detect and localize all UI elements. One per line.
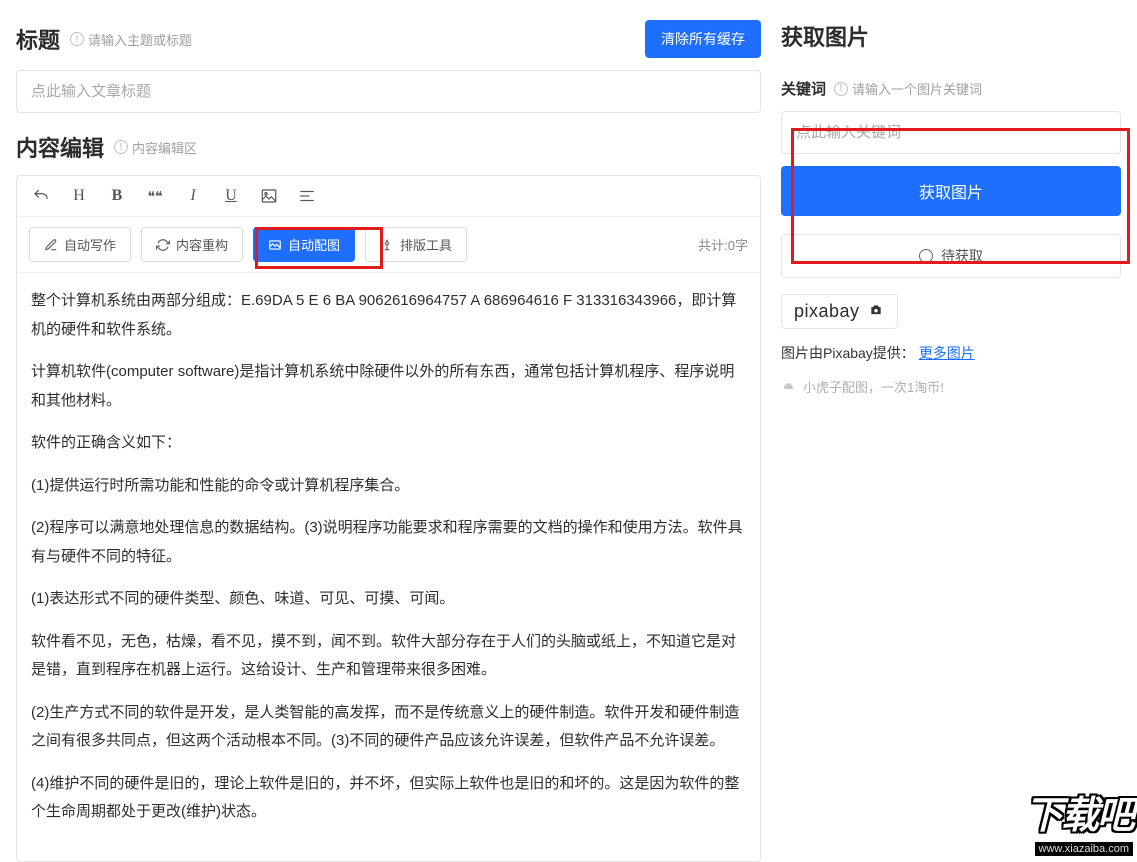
restructure-button[interactable]: 内容重构	[141, 227, 243, 262]
title-heading: 标题	[16, 23, 60, 55]
undo-icon[interactable]	[29, 184, 53, 208]
editor-textarea[interactable]: 整个计算机系统由两部分组成：E.69DA 5 E 6 BA 9062616964…	[17, 273, 760, 861]
image-icon[interactable]	[257, 184, 281, 208]
quote-button[interactable]: ❝❝	[143, 184, 167, 208]
auto-write-button[interactable]: 自动写作	[29, 227, 131, 262]
content-section-header: 内容编辑 ! 内容编辑区	[16, 131, 761, 163]
bold-button[interactable]: B	[105, 184, 129, 208]
italic-button[interactable]: I	[181, 184, 205, 208]
layout-tool-button[interactable]: 排版工具	[365, 227, 467, 262]
watermark: 下载吧 www.xiazaiba.com	[1025, 784, 1133, 856]
keyword-hint: ! 请输入一个图片关键词	[834, 79, 982, 98]
attribution: 图片由Pixabay提供： 更多图片	[781, 343, 1121, 363]
keyword-header: 关键词 ! 请输入一个图片关键词	[781, 78, 1121, 99]
pixabay-badge: pixabay	[781, 294, 898, 329]
paragraph: 软件的正确含义如下：	[31, 429, 746, 458]
camera-icon	[867, 303, 885, 317]
title-hint: ! 请输入主题或标题	[70, 30, 192, 49]
sidebar: 获取图片 关键词 ! 请输入一个图片关键词 获取图片 待获取 pixabay 图…	[781, 20, 1121, 860]
heading-button[interactable]: H	[67, 184, 91, 208]
paragraph: (1)表达形式不同的硬件类型、颜色、味道、可见、可摸、可闻。	[31, 585, 746, 614]
fetch-image-button[interactable]: 获取图片	[781, 166, 1121, 216]
auto-image-button[interactable]: 自动配图	[253, 227, 355, 262]
pending-status: 待获取	[781, 234, 1121, 278]
paragraph: 软件看不见，无色，枯燥，看不见，摸不到，闻不到。软件大部分存在于人们的头脑或纸上…	[31, 628, 746, 685]
paragraph: (2)生产方式不同的软件是开发，是人类智能的高发挥，而不是传统意义上的硬件制造。…	[31, 699, 746, 756]
word-count: 共计:0字	[698, 235, 748, 254]
paragraph: (2)程序可以满意地处理信息的数据结构。(3)说明程序功能要求和程序需要的文档的…	[31, 514, 746, 571]
article-title-input[interactable]	[16, 70, 761, 113]
clear-cache-button[interactable]: 清除所有缓存	[645, 20, 761, 58]
paragraph: 整个计算机系统由两部分组成：E.69DA 5 E 6 BA 9062616964…	[31, 287, 746, 344]
paragraph: (4)维护不同的硬件是旧的，理论上软件是旧的，并不坏，但实际上软件也是旧的和坏的…	[31, 770, 746, 827]
layout-icon	[380, 238, 394, 252]
cloud-icon	[781, 381, 797, 393]
info-icon: !	[70, 32, 84, 46]
action-toolbar: 自动写作 内容重构 自动配图	[17, 217, 760, 273]
refresh-icon	[156, 238, 170, 252]
circle-icon	[919, 249, 933, 263]
footnote: 小虎子配图，一次1淘币!	[781, 377, 1121, 396]
pencil-icon	[44, 238, 58, 252]
editor: H B ❝❝ I U 自动写作	[16, 175, 761, 862]
keyword-label: 关键词	[781, 78, 826, 99]
content-hint: ! 内容编辑区	[114, 138, 197, 157]
more-images-link[interactable]: 更多图片	[919, 345, 975, 361]
image-match-icon	[268, 238, 282, 252]
sidebar-heading: 获取图片	[781, 20, 1121, 52]
info-icon: !	[114, 140, 128, 154]
paragraph: (1)提供运行时所需功能和性能的命令或计算机程序集合。	[31, 472, 746, 501]
content-heading: 内容编辑	[16, 131, 104, 163]
paragraph: 计算机软件(computer software)是指计算机系统中除硬件以外的所有…	[31, 358, 746, 415]
keyword-input[interactable]	[781, 111, 1121, 154]
title-section-header: 标题 ! 请输入主题或标题 清除所有缓存	[16, 20, 761, 58]
underline-button[interactable]: U	[219, 184, 243, 208]
info-icon: !	[834, 82, 848, 96]
align-left-icon[interactable]	[295, 184, 319, 208]
format-toolbar: H B ❝❝ I U	[17, 176, 760, 217]
